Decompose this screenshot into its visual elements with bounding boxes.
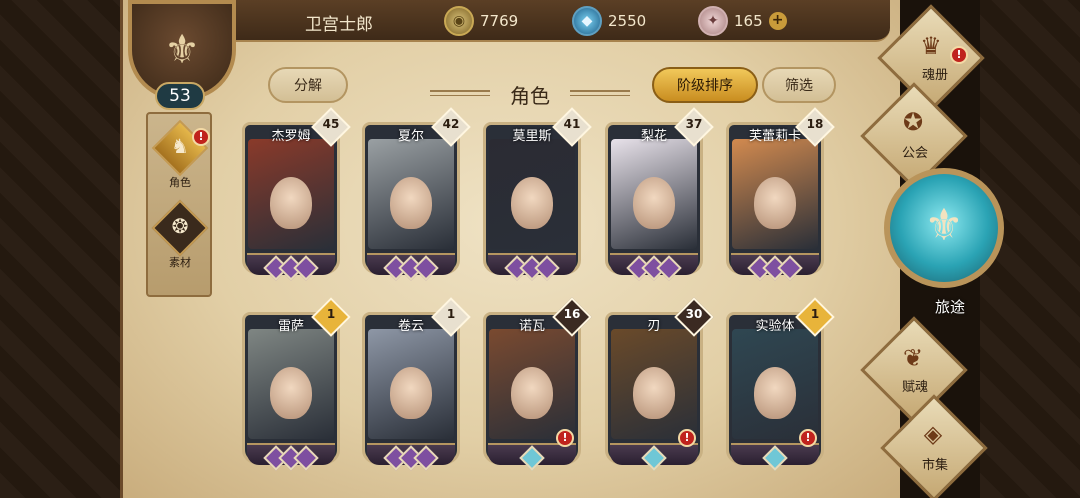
character-portrait — [732, 329, 818, 439]
portrait-face — [511, 367, 553, 419]
character-portrait — [489, 139, 575, 249]
character-portrait — [611, 329, 697, 439]
character-card[interactable]: 实验体 1! — [726, 297, 835, 471]
gold-coin-icon: ◉ — [444, 6, 474, 36]
character-card[interactable]: 诺瓦 16! — [483, 297, 592, 471]
alert-icon: ! — [678, 429, 696, 447]
gem-value: 165 — [734, 12, 763, 30]
title-ornament-right — [570, 90, 630, 96]
panel-title: 角色 — [510, 84, 550, 108]
alert-icon: ! — [556, 429, 574, 447]
character-level: 41 — [563, 117, 581, 131]
title-ornament-left — [430, 90, 490, 96]
pink-gem-icon: ✦ — [698, 6, 728, 36]
character-portrait — [611, 139, 697, 249]
character-portrait — [248, 329, 334, 439]
guild-icon: ✪ — [902, 108, 924, 136]
side-tab-panel: ♞ 角色 ! ❂ 素材 — [146, 112, 212, 297]
character-portrait — [248, 139, 334, 249]
character-card[interactable]: 卷云 1 — [362, 297, 471, 471]
character-card[interactable]: 雷萨 1 — [242, 297, 351, 471]
tab-characters-label: 角色 — [169, 176, 191, 189]
filter-button[interactable]: 筛选 — [762, 67, 836, 103]
material-icon: ❂ — [171, 214, 189, 238]
level-badge: 53 — [155, 82, 205, 110]
alert-icon: ! — [192, 128, 210, 146]
character-card[interactable]: 刃 30! — [605, 297, 714, 471]
guild-crest-icon: ⚜ — [164, 27, 200, 73]
tab-materials[interactable]: ❂ 素材 — [151, 199, 209, 272]
player-name[interactable]: 卫宫士郎 — [305, 10, 373, 35]
alert-icon: ! — [799, 429, 817, 447]
character-level: 42 — [442, 117, 460, 131]
character-level: 16 — [563, 307, 581, 321]
character-level: 37 — [685, 117, 703, 131]
gold-value: 7769 — [480, 12, 519, 30]
character-portrait — [368, 329, 454, 439]
sort-by-rank-button[interactable]: 阶级排序 — [652, 67, 758, 103]
character-level: 1 — [810, 307, 820, 321]
portrait-face — [754, 177, 796, 229]
portrait-face — [511, 177, 553, 229]
decompose-button[interactable]: 分解 — [268, 67, 348, 103]
gold-resource[interactable]: ◉ 7769 — [444, 4, 518, 38]
blue-crystal-icon: ◆ — [572, 6, 602, 36]
character-card[interactable]: 莫里斯 41 — [483, 107, 592, 281]
market-label: 市集 — [921, 458, 948, 473]
journey-label: 旅途 — [934, 298, 965, 316]
gem-resource[interactable]: ✦ 165 + — [698, 4, 787, 38]
tab-materials-label: 素材 — [169, 256, 191, 269]
character-level: 45 — [322, 117, 340, 131]
empower-label: 赋魂 — [901, 380, 928, 395]
portrait-face — [633, 367, 675, 419]
crystal-resource[interactable]: ◆ 2550 — [572, 4, 646, 38]
empower-icon: ❦ — [902, 344, 924, 372]
character-card[interactable]: 夏尔 42 — [362, 107, 471, 281]
tab-characters[interactable]: ♞ 角色 ! — [151, 119, 210, 192]
market-icon: ◈ — [923, 420, 943, 448]
character-card[interactable]: 杰罗姆 45 — [242, 107, 351, 281]
left-background — [0, 0, 120, 498]
journey-icon: ⚜ — [924, 200, 964, 251]
crystal-value: 2550 — [608, 12, 647, 30]
guild-label: 公会 — [901, 146, 928, 161]
add-gem-button[interactable]: + — [768, 12, 787, 30]
portrait-face — [390, 177, 432, 229]
alert-icon: ! — [950, 46, 968, 64]
character-portrait — [368, 139, 454, 249]
soul-book-label: 魂册 — [921, 68, 948, 83]
portrait-face — [754, 367, 796, 419]
portrait-face — [270, 367, 312, 419]
character-level: 1 — [446, 307, 456, 321]
character-level: 18 — [806, 117, 824, 131]
portrait-face — [390, 367, 432, 419]
character-level: 1 — [326, 307, 336, 321]
character-card[interactable]: 梨花 37 — [605, 107, 714, 281]
character-portrait — [732, 139, 818, 249]
character-portrait — [489, 329, 575, 439]
portrait-face — [633, 177, 675, 229]
portrait-face — [270, 177, 312, 229]
character-level: 30 — [685, 307, 703, 321]
character-card[interactable]: 芙蕾莉卡 18 — [726, 107, 835, 281]
